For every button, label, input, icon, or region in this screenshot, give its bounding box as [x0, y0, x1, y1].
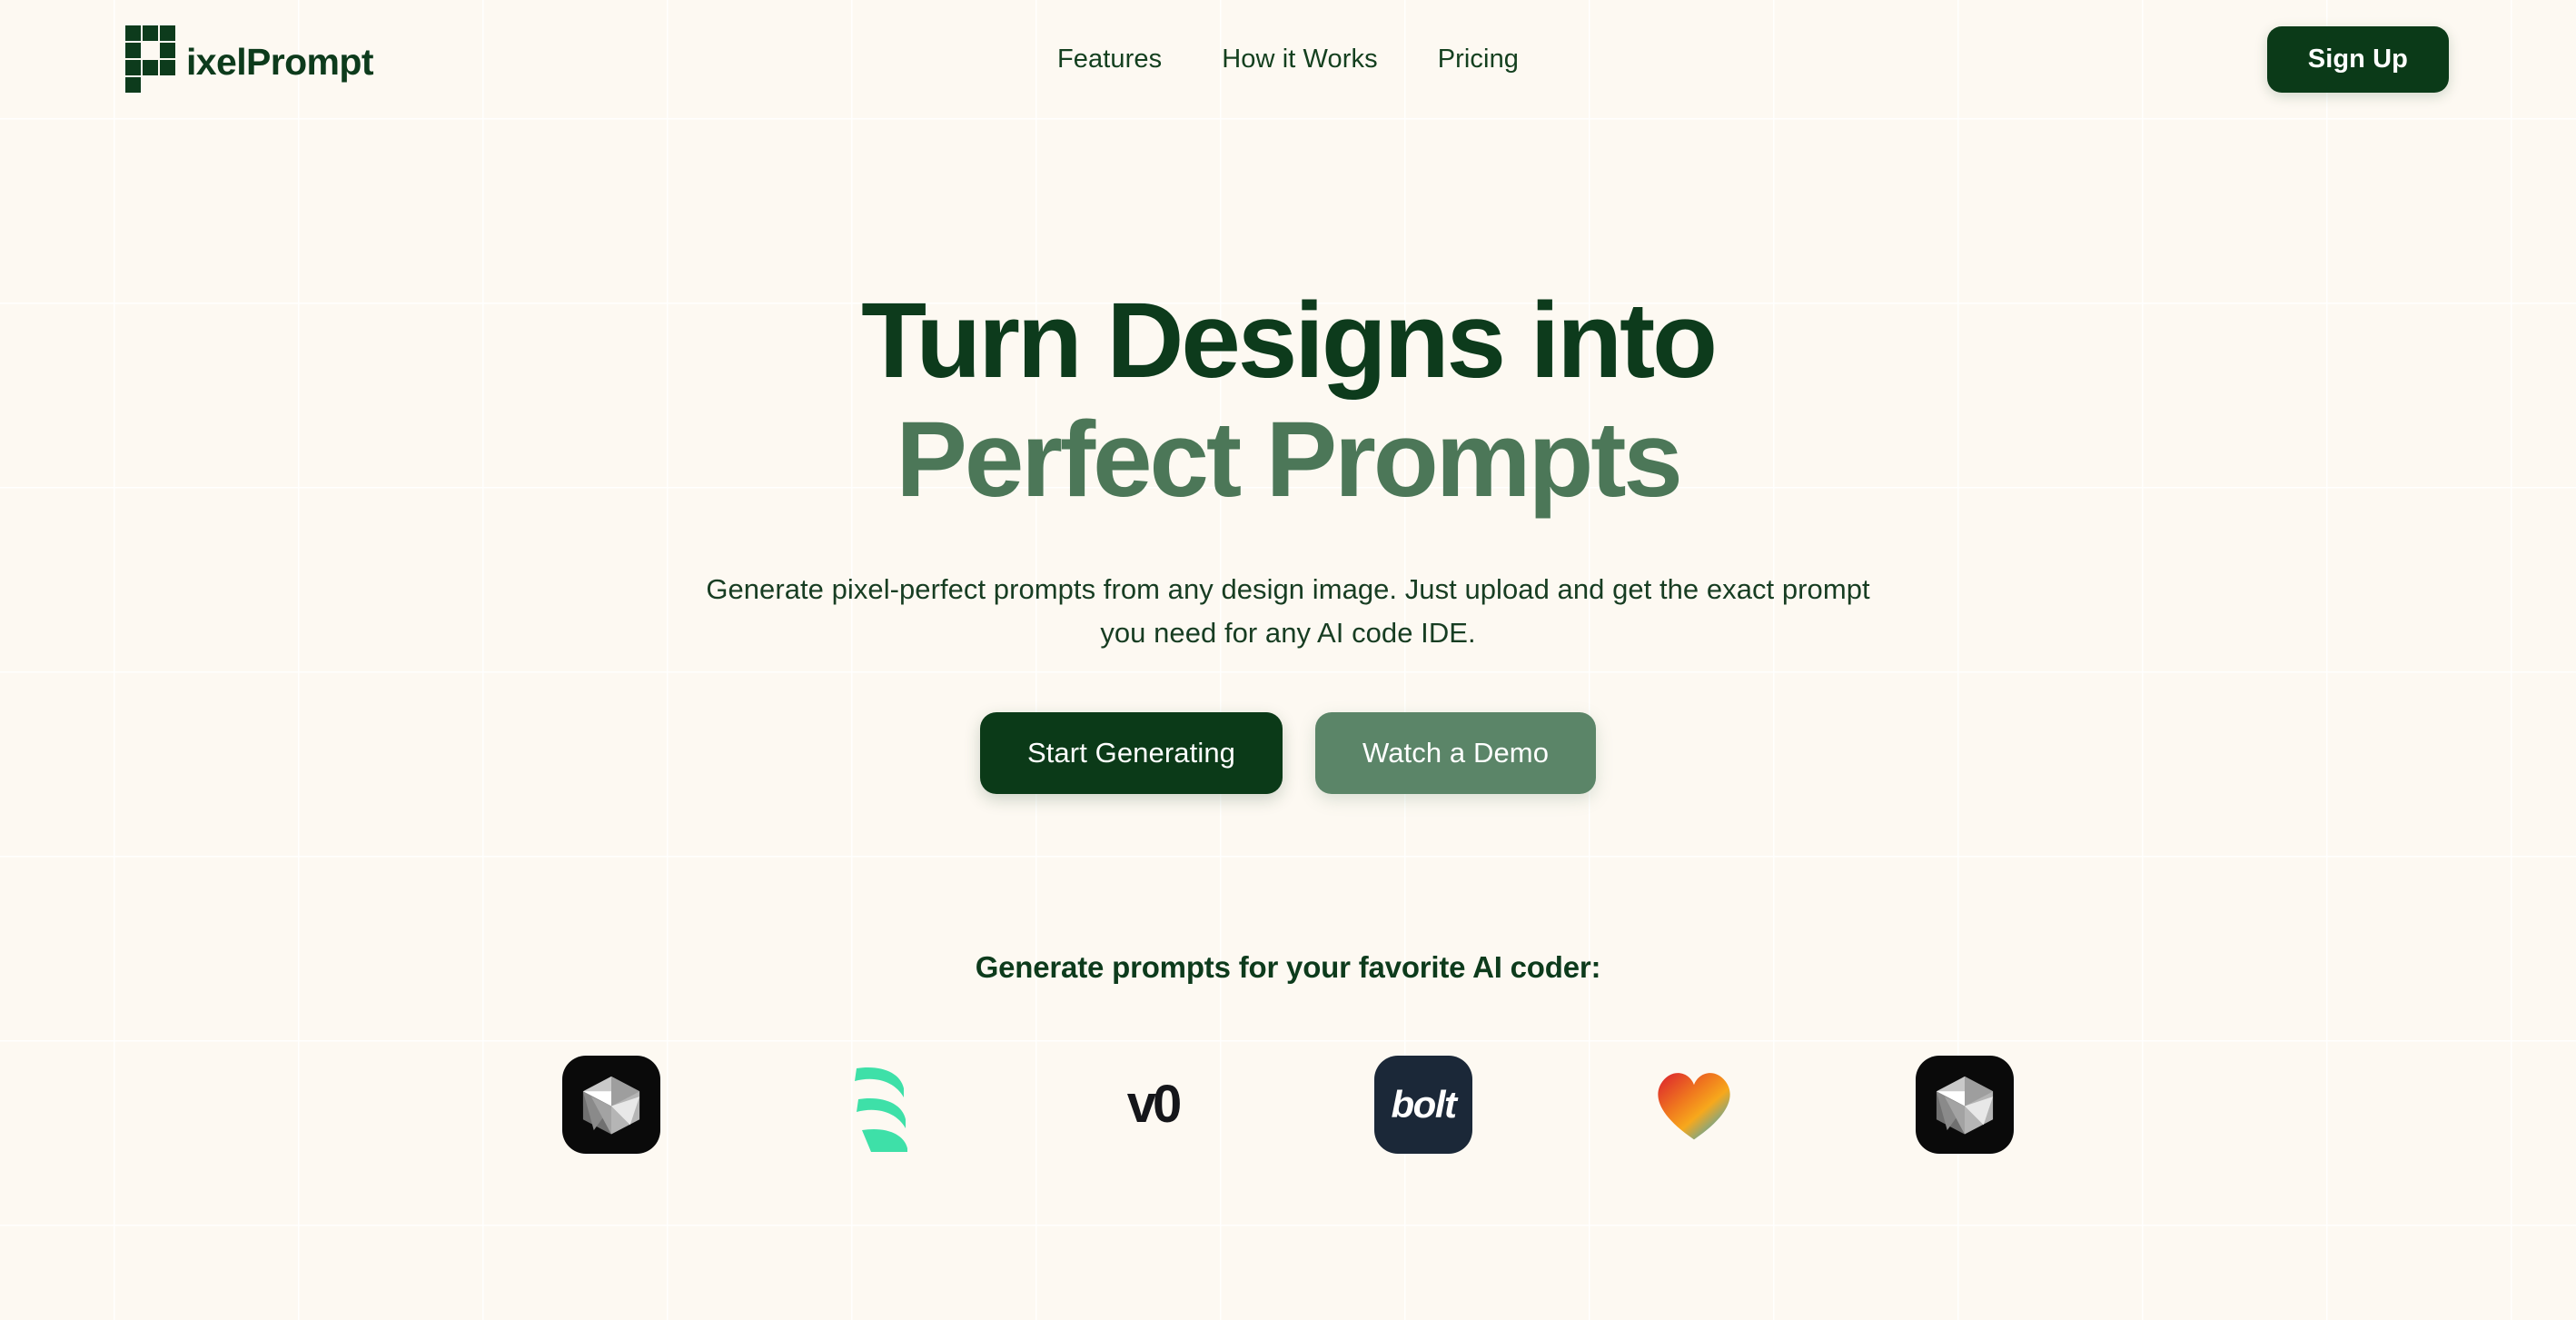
- cube-tile-icon: [562, 1055, 660, 1154]
- subtitle-line-2: you need for any AI code IDE.: [1100, 617, 1476, 650]
- pixel-p-logo-icon: [125, 25, 175, 93]
- nav-item-pricing[interactable]: Pricing: [1438, 45, 1519, 74]
- partner-logo-cube-2[interactable]: [1910, 1050, 2019, 1159]
- subtitle-line-1: Generate pixel-perfect prompts from any …: [706, 572, 1870, 605]
- cube-tile-icon-2: [1916, 1055, 2014, 1154]
- main-nav: Features How it Works Pricing: [1057, 45, 1519, 74]
- headline-line-2: Perfect Prompts: [896, 399, 1683, 520]
- partner-logo-cube-1[interactable]: [557, 1050, 666, 1159]
- partners-section: Generate prompts for your favorite AI co…: [0, 950, 2576, 1159]
- v0-wordmark: v0: [1126, 1075, 1182, 1135]
- partner-logo-heart[interactable]: [1640, 1050, 1749, 1159]
- start-generating-button[interactable]: Start Generating: [979, 711, 1283, 794]
- gradient-heart-icon: [1658, 1072, 1730, 1140]
- partner-logo-bolt[interactable]: bolt: [1369, 1050, 1478, 1159]
- nav-item-features[interactable]: Features: [1057, 45, 1162, 74]
- cube-icon-2: [1936, 1076, 1994, 1135]
- wave-stack-icon: [855, 1067, 907, 1152]
- page-title: Turn Designs into Perfect Prompts: [0, 282, 2576, 520]
- partner-logo-wave[interactable]: [827, 1050, 936, 1159]
- sign-up-button[interactable]: Sign Up: [2266, 25, 2449, 93]
- partners-title: Generate prompts for your favorite AI co…: [975, 949, 1601, 984]
- hero-section: Turn Designs into Perfect Prompts Genera…: [0, 118, 2576, 794]
- site-header: ixelPrompt Features How it Works Pricing…: [0, 0, 2576, 118]
- nav-item-how-it-works[interactable]: How it Works: [1222, 45, 1377, 74]
- brand-name: ixelPrompt: [186, 40, 373, 83]
- partner-logo-row: v0 bolt: [0, 1050, 2576, 1159]
- cta-button-row: Start Generating Watch a Demo: [0, 711, 2576, 794]
- bolt-wordmark: bolt: [1391, 1082, 1457, 1126]
- headline-line-1: Turn Designs into: [861, 281, 1718, 401]
- cube-icon: [582, 1076, 640, 1135]
- landing-page: ixelPrompt Features How it Works Pricing…: [0, 0, 2576, 1320]
- brand-logo[interactable]: ixelPrompt: [125, 25, 373, 93]
- hero-subtitle: Generate pixel-perfect prompts from any …: [0, 568, 2576, 656]
- watch-demo-button[interactable]: Watch a Demo: [1315, 711, 1597, 794]
- bolt-tile-icon: bolt: [1374, 1055, 1472, 1154]
- partner-logo-v0[interactable]: v0: [1098, 1050, 1207, 1159]
